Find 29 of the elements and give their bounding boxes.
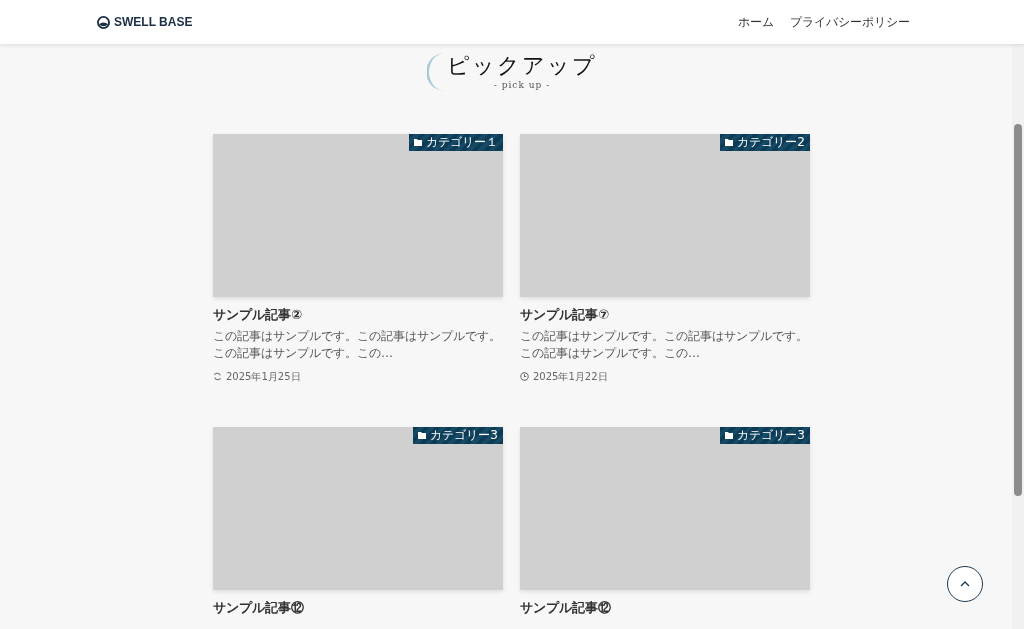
category-label: カテゴリー3 xyxy=(413,427,503,444)
site-logo[interactable]: SWELL BASE xyxy=(114,13,193,31)
post-date: 2025年1月25日 xyxy=(226,369,301,384)
folder-icon xyxy=(414,139,422,146)
post-title[interactable]: サンプル記事② xyxy=(213,307,503,324)
folder-icon xyxy=(725,139,734,146)
post-date: 2025年1月22日 xyxy=(533,369,608,384)
chevron-up-icon xyxy=(960,581,970,587)
post-title[interactable]: サンプル記事⑫ xyxy=(213,600,503,617)
scroll-top-button[interactable] xyxy=(947,566,983,602)
post-title[interactable]: サンプル記事⑦ xyxy=(520,307,810,324)
thumbnail-placeholder[interactable]: カテゴリー2 xyxy=(520,134,810,297)
thumbnail-placeholder[interactable]: カテゴリー１ xyxy=(213,134,503,297)
nav-link[interactable]: プライバシーポリシー xyxy=(790,13,910,31)
category-label: カテゴリー3 xyxy=(720,427,810,444)
post-excerpt: この記事はサンプルです。この記事はサンプルです。この記事はサンプルです。この… xyxy=(213,327,502,363)
thumbnail-placeholder[interactable]: カテゴリー3 xyxy=(520,427,810,590)
thumbnail-placeholder[interactable]: カテゴリー3 xyxy=(213,427,503,590)
nav-link[interactable]: ホーム xyxy=(738,13,774,31)
section-subtitle: - pick up - xyxy=(492,80,552,90)
folder-icon xyxy=(418,432,427,439)
section-title: ピックアップ xyxy=(447,54,597,77)
scrollbar-thumb[interactable] xyxy=(1014,124,1022,496)
folder-icon xyxy=(725,432,734,439)
category-label: カテゴリー2 xyxy=(720,134,810,151)
logo-icon xyxy=(97,15,110,29)
post-excerpt: この記事はサンプルです。この記事はサンプルです。この記事はサンプルです。この… xyxy=(520,327,809,363)
category-label: カテゴリー１ xyxy=(409,134,503,151)
post-title[interactable]: サンプル記事⑫ xyxy=(520,600,810,617)
